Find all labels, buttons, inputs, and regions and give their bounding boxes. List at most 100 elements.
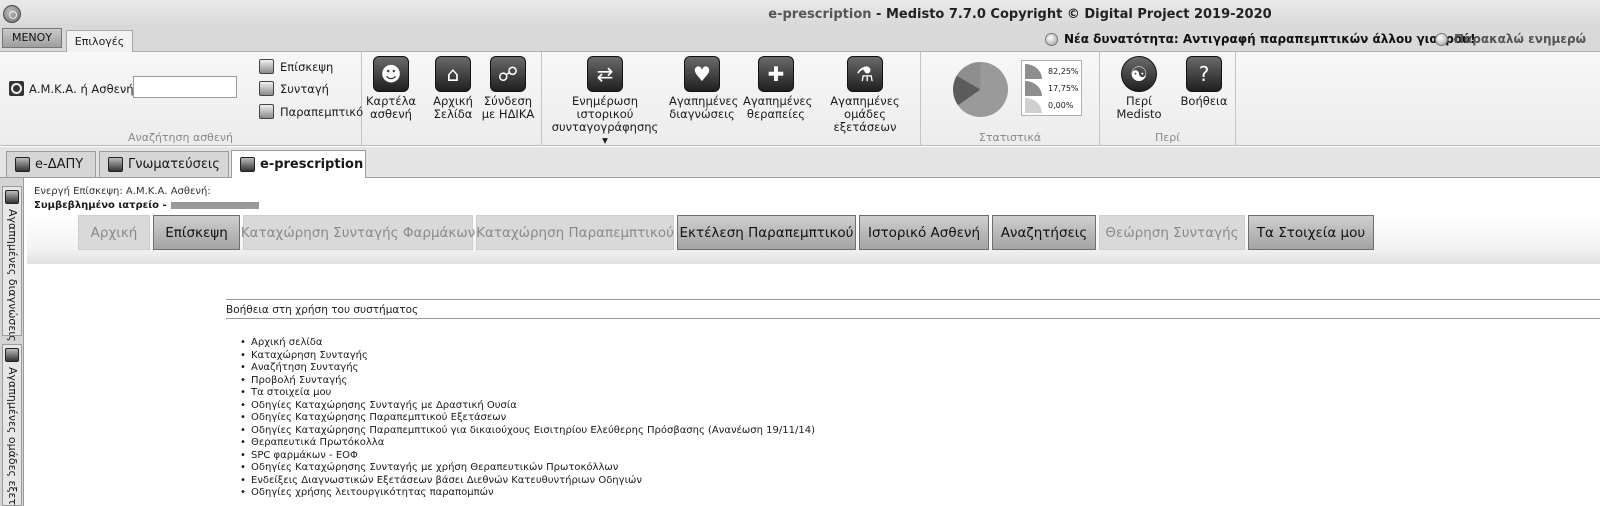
- pie-slice-icon: [1025, 81, 1042, 96]
- help-label: Βοήθεια: [1180, 94, 1228, 108]
- help-link[interactable]: Οδηγίες Καταχώρησης Παραπεμπτικού για δι…: [238, 425, 815, 438]
- help-link[interactable]: Καταχώρηση Συνταγής: [238, 350, 815, 363]
- visit-button[interactable]: Επίσκεψη: [259, 59, 333, 74]
- window-title-product: e-prescription: [768, 7, 872, 22]
- referral-button[interactable]: Παραπεμπτικό: [259, 104, 363, 119]
- question-icon: ?: [1186, 56, 1222, 92]
- favorite-diagnoses-line2: διαγνώσεις: [669, 107, 735, 121]
- nav-my-details[interactable]: Τα Στοιχεία μου: [1248, 215, 1374, 250]
- visit-button-label: Επίσκεψη: [280, 59, 334, 74]
- patient-search-input[interactable]: [133, 76, 237, 98]
- tab-e-dapy[interactable]: e-ΔΑΠΥ: [6, 151, 96, 177]
- help-links-list: Αρχική σελίδα Καταχώρηση Συνταγής Αναζήτ…: [238, 337, 815, 500]
- divider: [226, 299, 1600, 300]
- tab-e-prescription-label: e-prescription: [260, 157, 364, 172]
- prescription-button[interactable]: Συνταγή: [259, 81, 329, 96]
- microscope-icon: ⚗: [847, 56, 883, 92]
- stat-value-2: 17,75%: [1048, 84, 1079, 93]
- tab-opinions-label: Γνωματεύσεις: [128, 157, 220, 172]
- tab-options[interactable]: Επιλογές: [66, 30, 133, 53]
- favorite-therapies-button[interactable]: ✚ Αγαπημένες θεραπείες: [743, 56, 812, 121]
- stat-row: 17,75%: [1025, 81, 1079, 96]
- search-label: Α.Μ.Κ.Α. ή Ασθενής: [29, 82, 141, 96]
- menu-button[interactable]: ΜΕΝΟΥ: [2, 28, 62, 48]
- contracted-clinic: Συμβεβλημένο ιατρείο -: [34, 200, 259, 211]
- nav-register-drug-prescription[interactable]: Καταχώρηση Συνταγής Φαρμάκων: [241, 215, 475, 250]
- divider: [226, 318, 1600, 319]
- patient-card-button[interactable]: ☻ Καρτέλα ασθενή: [366, 56, 416, 121]
- statistics-pie-chart-icon[interactable]: [953, 62, 1008, 117]
- help-link[interactable]: Προβολή Συνταγής: [238, 375, 815, 388]
- window-title-rest: - Medisto 7.7.0 Copyright © Digital Proj…: [871, 7, 1272, 22]
- connect-idika-line2: με ΗΔΙΚΑ: [481, 107, 535, 121]
- help-link[interactable]: Οδηγίες χρήσης λειτουργικότητας παραπομπ…: [238, 487, 815, 500]
- new-feature-notice-text: Νέα δυνατότητα: Αντιγραφή παραπεμπτικών …: [1064, 32, 1476, 46]
- about-medisto-label: Περί Medisto: [1116, 94, 1162, 121]
- prescription-button-label: Συνταγή: [280, 81, 329, 96]
- nav-home[interactable]: Αρχική: [78, 215, 150, 250]
- tab-e-prescription[interactable]: e-prescription: [231, 150, 366, 178]
- search-icon[interactable]: [9, 81, 24, 96]
- statistics-legend[interactable]: 82,25% 17,75% 0,00%: [1021, 60, 1082, 116]
- about-medisto-button[interactable]: ☯ Περί Medisto: [1106, 56, 1172, 121]
- favorite-exam-groups-line2: ομάδες εξετάσεων: [833, 107, 897, 134]
- side-tab-favorite-diagnoses[interactable]: Αγαπημένες διαγνώσεις: [2, 186, 22, 342]
- pie-slice-icon: [1025, 98, 1042, 113]
- pie-slice-icon: [1025, 64, 1042, 79]
- lightbulb-icon: [1435, 32, 1448, 46]
- help-link[interactable]: Οδηγίες Καταχώρησης Παραπεμπτικού Εξετάσ…: [238, 412, 815, 425]
- home-page-button[interactable]: ⌂ Αρχική Σελίδα: [428, 56, 478, 121]
- tab-opinions[interactable]: Γνωματεύσεις: [99, 151, 229, 177]
- heart-icon: ♥: [684, 56, 720, 92]
- side-panel-bar: Αγαπημένες διαγνώσεις Αγαπημένες ομάδες …: [0, 178, 24, 506]
- medisto-logo-icon: ☯: [1121, 56, 1157, 92]
- favorite-diagnoses-button[interactable]: ♥ Αγαπημένες διαγνώσεις: [669, 56, 738, 121]
- connect-idika-button[interactable]: ☍ Σύνδεση με ΗΔΙΚΑ: [481, 56, 535, 121]
- help-link[interactable]: SPC φαρμάκων - ΕΟΦ: [238, 450, 815, 463]
- nav-register-referral[interactable]: Καταχώρηση Παραπεμπτικού: [476, 215, 674, 250]
- patient-search-group-label: Αναζήτηση ασθενή: [128, 131, 233, 144]
- nav-visit[interactable]: Επίσκεψη: [153, 215, 240, 250]
- nav-patient-history[interactable]: Ιστορικό Ασθενή: [859, 215, 989, 250]
- help-link[interactable]: Αρχική σελίδα: [238, 337, 815, 350]
- help-section-title: Βοήθεια στη χρήση του συστήματος: [226, 304, 419, 316]
- lightbulb-icon: [1045, 32, 1058, 46]
- stat-value-1: 82,25%: [1048, 67, 1079, 76]
- window-title: e-prescription - Medisto 7.7.0 Copyright…: [0, 7, 1600, 22]
- referral-icon: [259, 104, 274, 119]
- help-link[interactable]: Θεραπευτικά Πρωτόκολλα: [238, 437, 815, 450]
- update-notice-text: Παρακαλώ ενημερώ: [1454, 32, 1587, 46]
- help-link[interactable]: Ενδείξεις Διαγνωστικών Εξετάσεων βάσει Δ…: [238, 475, 815, 488]
- help-link[interactable]: Αναζήτηση Συνταγής: [238, 362, 815, 375]
- help-link[interactable]: Οδηγίες Καταχώρησης Συνταγής με χρήση Θε…: [238, 462, 815, 475]
- medicine-icon: ✚: [758, 56, 794, 92]
- help-button[interactable]: ? Βοήθεια: [1180, 56, 1228, 108]
- heart-icon: [5, 190, 19, 204]
- prescription-icon: [259, 81, 274, 96]
- favorite-exam-groups-button[interactable]: ⚗ Αγαπημένες ομάδες εξετάσεων: [816, 56, 914, 134]
- home-page-line2: Σελίδα: [433, 107, 473, 121]
- side-tab-favorite-diagnoses-label: Αγαπημένες διαγνώσεις: [6, 209, 19, 342]
- nav-execute-referral[interactable]: Εκτέλεση Παραπεμπτικού: [677, 215, 856, 250]
- contracted-clinic-label: Συμβεβλημένο ιατρείο -: [34, 200, 167, 211]
- nav-prescription-review[interactable]: Θεώρηση Συνταγής: [1099, 215, 1245, 250]
- e-prescription-icon: [240, 157, 255, 172]
- home-icon: ⌂: [435, 56, 471, 92]
- tab-e-dapy-label: e-ΔΑΠΥ: [35, 157, 84, 172]
- side-tab-favorite-exam-groups-label: Αγαπημένες ομάδες εξετ: [6, 367, 19, 506]
- help-link[interactable]: Τα στοιχεία μου: [238, 387, 815, 400]
- about-group-label: Περί: [1155, 131, 1180, 144]
- redacted-clinic-name: [170, 202, 259, 209]
- side-tab-favorite-exam-groups[interactable]: Αγαπημένες ομάδες εξετ: [2, 344, 22, 506]
- e-dapy-icon: [15, 157, 30, 172]
- new-feature-notice[interactable]: Νέα δυνατότητα: Αντιγραφή παραπεμπτικών …: [1045, 32, 1476, 46]
- update-notice[interactable]: Παρακαλώ ενημερώ: [1435, 32, 1586, 46]
- nav-searches[interactable]: Αναζητήσεις: [992, 215, 1096, 250]
- update-history-button[interactable]: ⇄ Ενημέρωση ιστορικού συνταγογράφησης ▾: [548, 56, 662, 147]
- favorite-therapies-line2: θεραπείες: [746, 107, 806, 121]
- help-link[interactable]: Οδηγίες Καταχώρησης Συνταγής με Δραστική…: [238, 400, 815, 413]
- user-icon: ☻: [373, 56, 409, 92]
- stat-row: 82,25%: [1025, 64, 1079, 79]
- opinions-icon: [108, 157, 123, 172]
- active-visit-info: Ενεργή Επίσκεψη: Α.Μ.Κ.Α. Ασθενή:: [34, 186, 211, 197]
